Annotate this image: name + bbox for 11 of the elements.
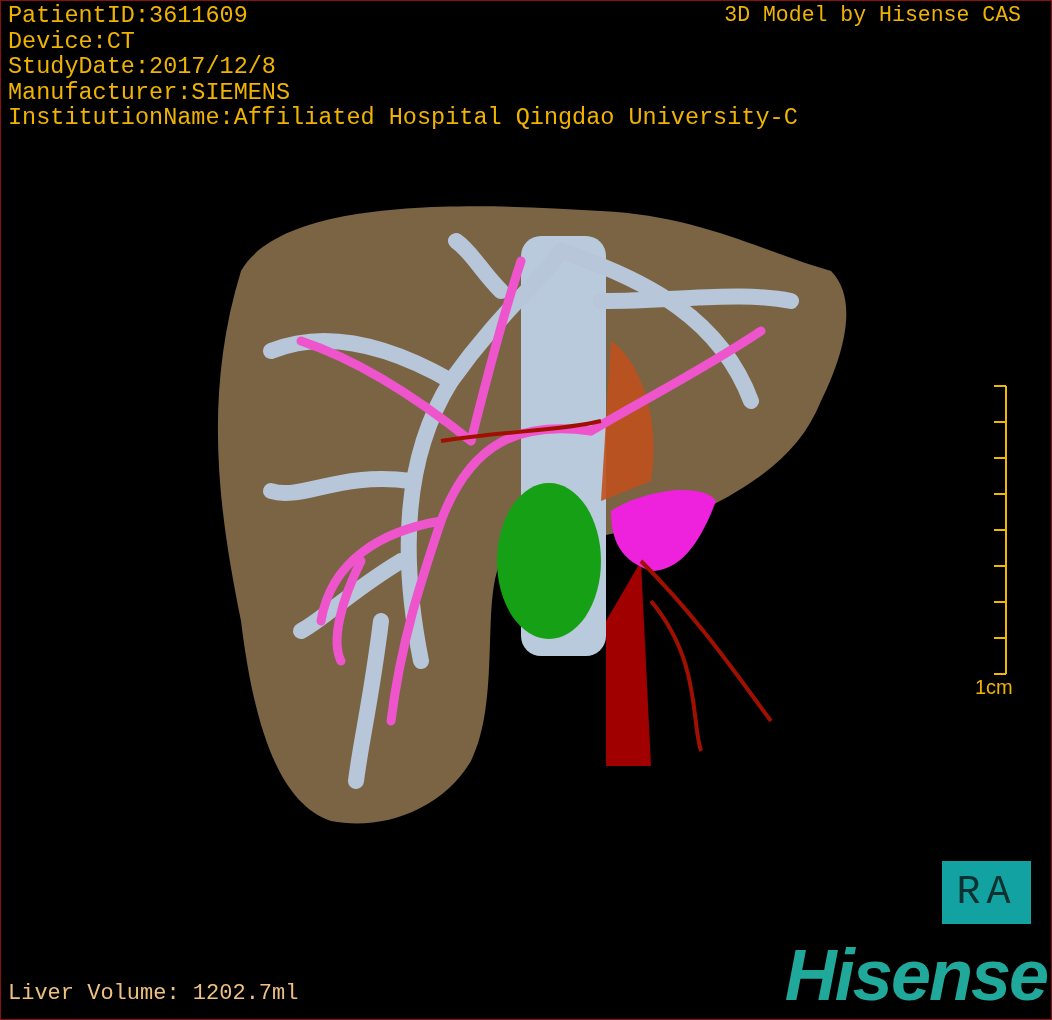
patient-info-text: InstitutionName:Affiliated Hospital Qingdao University-C: [8, 105, 798, 131]
logo-text: Hisense: [784, 937, 1047, 1013]
scale-bar-icon: [993, 385, 1008, 675]
model-title: 3D Model by Hisense CAS: [724, 3, 1021, 28]
liver-volume-text: Liver Volume: 1202.7ml: [8, 981, 299, 1007]
patient-info-text: StudyDate:2017/12/8: [8, 54, 276, 80]
patient-info-text: PatientID:3611609: [8, 3, 248, 29]
patient-info-text: Manufacturer:SIEMENS: [8, 79, 291, 105]
orientation-label: RA: [942, 861, 1031, 924]
scale-label: 1cm: [975, 675, 1013, 699]
patient-info-text: Device:CT: [8, 28, 135, 54]
